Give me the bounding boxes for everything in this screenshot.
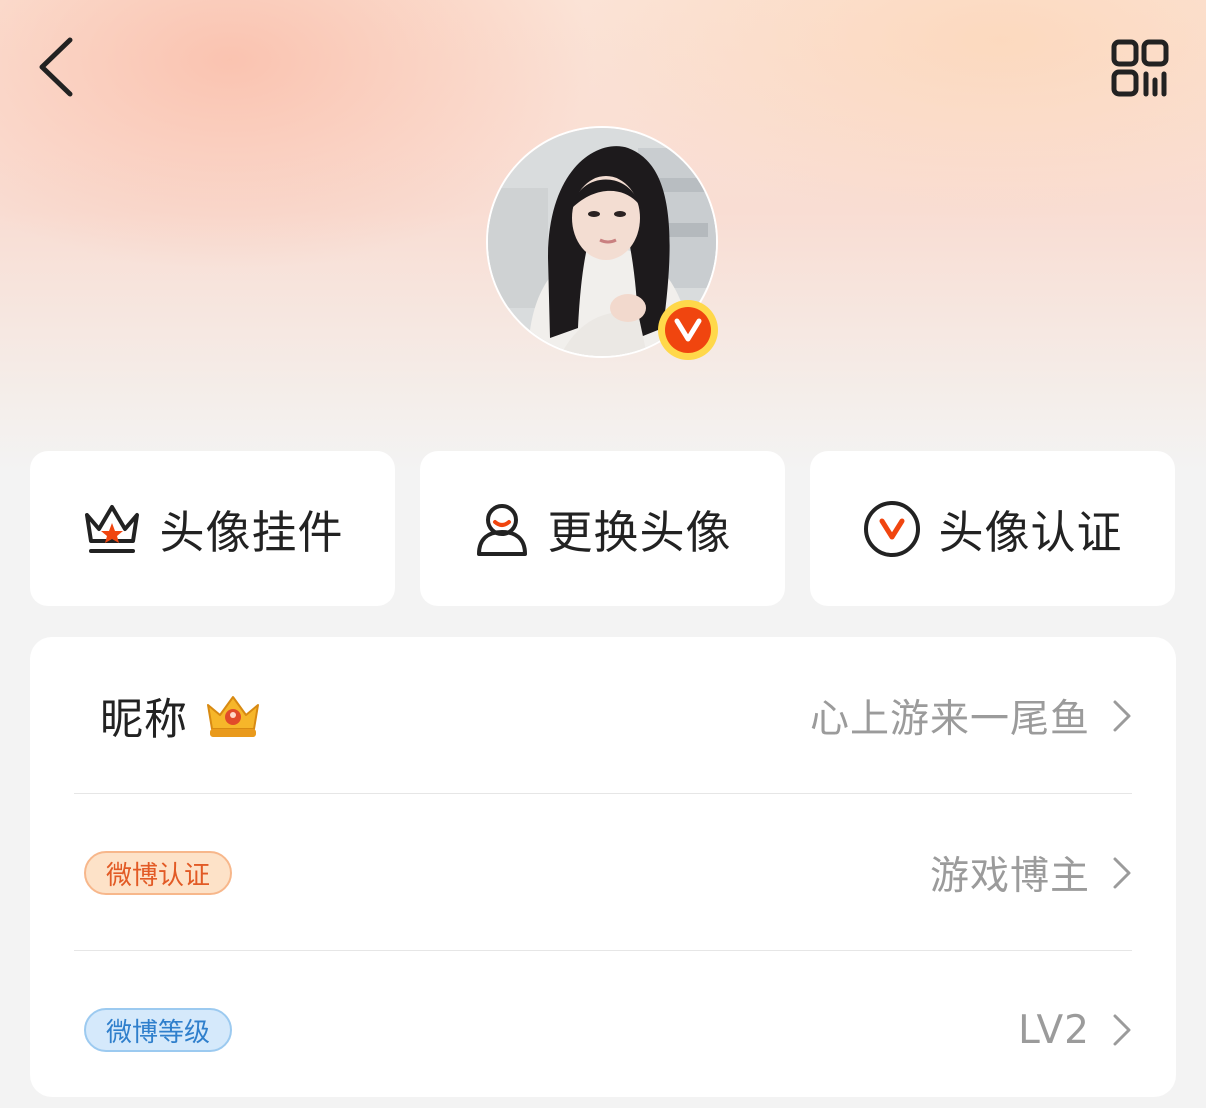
avatar-container [486,126,720,360]
change-avatar-button[interactable]: 更换头像 [420,451,785,606]
chevron-right-icon [1113,857,1131,889]
v-icon [674,318,702,342]
nickname-label: 昵称 [100,695,188,745]
verification-value: 游戏博主 [929,854,1090,899]
avatar-verify-button[interactable]: 头像认证 [810,451,1175,606]
chevron-right-icon [1113,1014,1131,1046]
avatar-pendant-label: 头像挂件 [159,506,344,559]
nickname-value: 心上游来一尾鱼 [809,697,1090,742]
level-value: LV2 [1018,1007,1090,1053]
weibo-level-badge: 微博等级 [84,1008,233,1052]
nickname-row[interactable]: 昵称 心上游来一尾鱼 [74,638,1132,794]
verification-row[interactable]: 微博认证 游戏博主 [74,795,1132,951]
level-row[interactable]: 微博等级 LV2 [74,952,1132,1108]
divider [74,793,1132,794]
verified-badge [658,300,718,360]
crown-icon [85,504,140,553]
gold-crown-icon [207,696,259,737]
v-verified-icon [864,500,921,557]
profile-info-card: 昵称 心上游来一尾鱼 微博认证 游戏博主 微博等级 LV2 [30,637,1176,1097]
chevron-left-icon [39,37,73,97]
chevron-right-icon [1113,700,1131,732]
change-avatar-label: 更换头像 [547,506,732,559]
qr-code-button[interactable] [1108,38,1172,98]
avatar-verify-label: 头像认证 [938,506,1123,559]
back-button[interactable] [30,34,82,100]
qr-code-icon [1111,39,1169,97]
avatar-pendant-button[interactable]: 头像挂件 [30,451,395,606]
weibo-verification-badge: 微博认证 [84,851,233,895]
divider [74,950,1132,951]
person-icon [477,503,528,556]
